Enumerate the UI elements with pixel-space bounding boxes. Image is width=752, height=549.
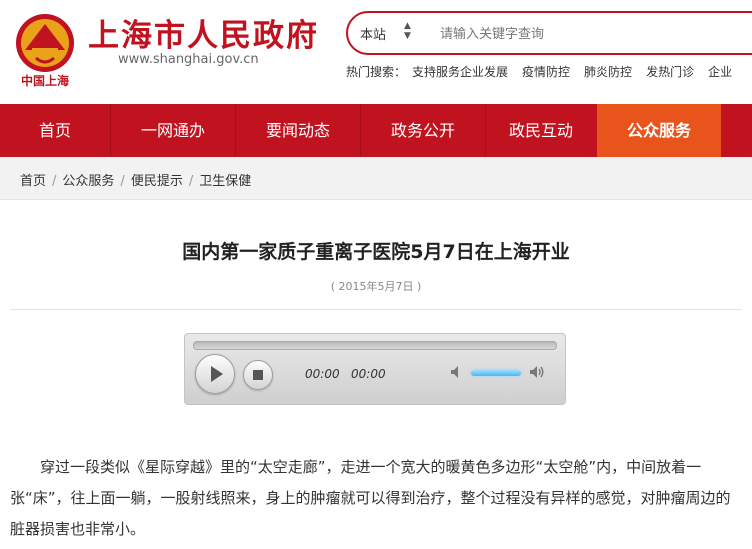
breadcrumb-bar: 首页 / 公众服务 / 便民提示 / 卫生保健 [0,157,752,200]
hot-search-label: 热门搜索： [346,65,407,79]
breadcrumb-separator: / [188,174,194,189]
article-paragraph: 穿过一段类似《星际穿越》里的“太空走廊”，走进一个宽大的暖黄色多边形“太空舱”内… [10,458,731,538]
search-scope-select[interactable]: 本站 [360,24,386,43]
nav-item-news[interactable]: 要闻动态 [236,104,360,157]
breadcrumb-item-tips[interactable]: 便民提示 [131,174,183,189]
nav-item-interaction[interactable]: 政民互动 [486,104,596,157]
emblem-caption: 中国上海 [20,74,69,88]
volume-slider[interactable] [471,370,521,376]
hot-search-link[interactable]: 发热门诊 [646,65,694,79]
hot-search-link[interactable]: 支持服务企业发展 [412,65,508,79]
hot-search-link[interactable]: 肺炎防控 [584,65,632,79]
article-date: ( 2015年5月7日 ) [330,280,422,293]
breadcrumb: 首页 / 公众服务 / 便民提示 / 卫生保健 [20,170,251,189]
breadcrumb-item-public-service[interactable]: 公众服务 [62,174,114,189]
hot-search-link[interactable]: 疫情防控 [522,65,570,79]
breadcrumb-item-health[interactable]: 卫生保健 [199,174,251,189]
main-nav: 首页 一网通办 要闻动态 政务公开 政民互动 公众服务 [0,104,752,157]
site-url: www.shanghai.gov.cn [118,52,259,67]
breadcrumb-item-home[interactable]: 首页 [20,174,46,189]
hot-searches: 热门搜索： 支持服务企业发展 疫情防控 肺炎防控 发热门诊 企业 [346,63,746,80]
nav-item-one-stop[interactable]: 一网通办 [111,104,235,157]
article-title: 国内第一家质子重离子医院5月7日在上海开业 [182,241,570,263]
search-input[interactable] [438,22,742,46]
current-time: 00:00 [305,367,340,381]
title-divider [10,309,742,310]
hot-search-link[interactable]: 企业 [708,65,732,79]
breadcrumb-separator: / [52,174,57,189]
stop-button[interactable] [243,360,273,390]
mute-icon[interactable] [449,364,465,380]
duration-time: 00:00 [351,367,386,381]
nav-item-home[interactable]: 首页 [0,104,110,157]
site-title[interactable]: 上海市人民政府 [88,10,319,55]
audio-player: 00:00 00:00 [184,333,566,405]
breadcrumb-separator: / [120,174,125,189]
scope-arrows-icon[interactable]: ▲ ▼ [404,21,411,41]
audio-progress-bar[interactable] [193,341,557,350]
volume-max-icon[interactable] [529,364,545,380]
nav-item-gov-affairs[interactable]: 政务公开 [361,104,485,157]
play-button[interactable] [195,354,235,394]
shanghai-emblem-icon[interactable] [14,12,76,74]
site-header: 中国上海 上海市人民政府 www.shanghai.gov.cn 本站 ▲▼ 热… [0,0,752,104]
search-box: 本站 ▲ ▼ [346,11,752,55]
nav-item-public-service[interactable]: 公众服务 [597,104,721,157]
